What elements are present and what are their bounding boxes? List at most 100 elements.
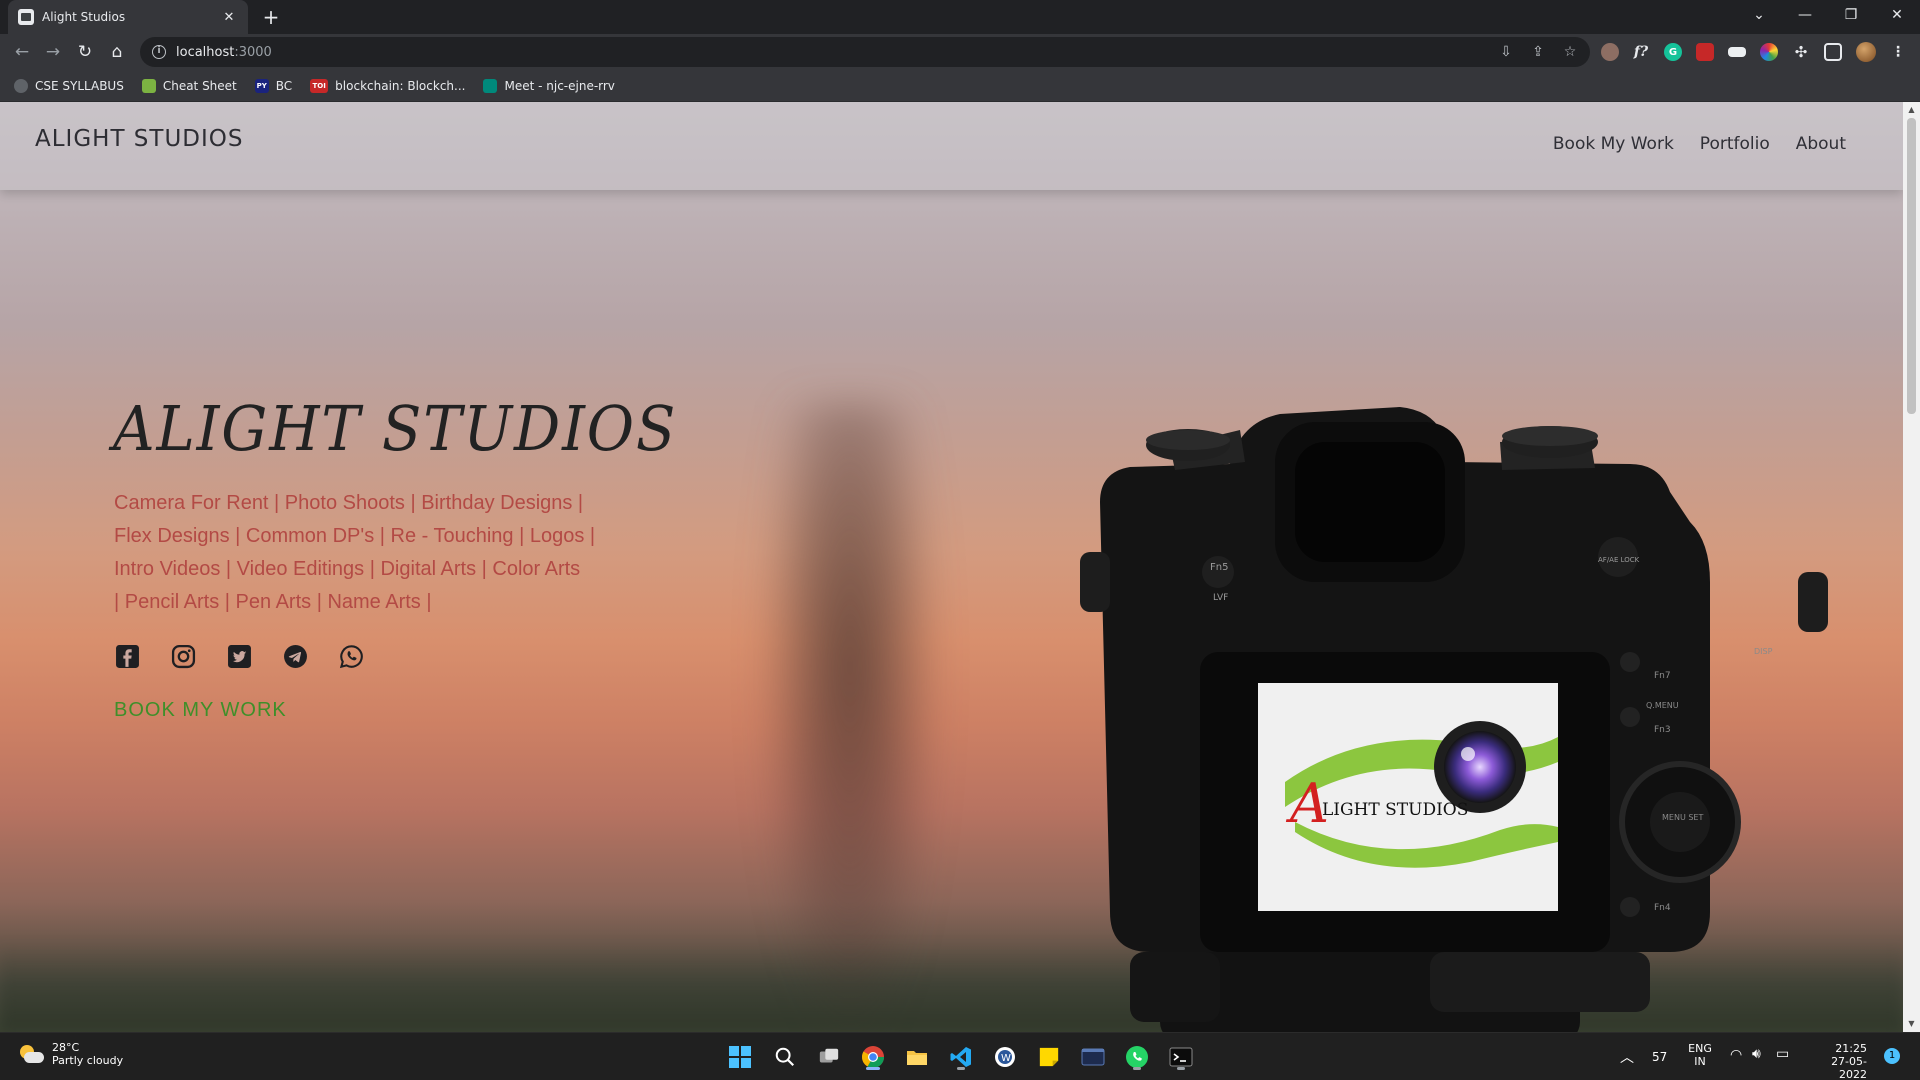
scroll-up-icon[interactable]: ▲ [1903, 102, 1920, 118]
tab-title: Alight Studios [42, 10, 126, 24]
clock[interactable]: 21:25 27-05-2022 [1805, 1042, 1867, 1080]
telegram-icon[interactable] [282, 643, 308, 669]
clock-date: 27-05-2022 [1831, 1055, 1867, 1080]
language-indicator[interactable]: ENG IN [1688, 1042, 1712, 1068]
share-icon[interactable]: ⇪ [1529, 44, 1547, 60]
services-list: Camera For Rent | Photo Shoots | Birthda… [114, 487, 614, 619]
bookmark-item[interactable]: PY BC [254, 78, 292, 93]
chrome-icon[interactable] [858, 1042, 888, 1072]
services-line: | Pencil Arts | Pen Arts | Name Arts | [114, 591, 432, 613]
taskbar: 28°C Partly cloudy W ︿ 57 ENG IN ◠ 🔊︎ ▭ … [0, 1032, 1920, 1080]
camera-image: A LIGHT STUDIOS Fn5 LVF AF/AE LOCK DISP … [1070, 352, 1830, 1032]
terminal-app-icon[interactable] [1078, 1042, 1108, 1072]
restore-button[interactable]: ❐ [1828, 0, 1874, 30]
screen-extension-icon[interactable] [1728, 47, 1746, 57]
tray-count[interactable]: 57 [1652, 1050, 1667, 1064]
menu-kebab-icon[interactable]: ⋮ [1889, 43, 1907, 61]
weather-description: Partly cloudy [52, 1054, 124, 1067]
camera-label: LVF [1213, 593, 1228, 603]
active-indicator [866, 1067, 880, 1070]
site-info-icon[interactable]: i [152, 45, 166, 59]
command-prompt-icon[interactable] [1166, 1042, 1196, 1072]
site-favicon-icon [18, 9, 34, 25]
active-indicator [1177, 1067, 1185, 1070]
tab-strip: Alight Studios ✕ + ⌄ — ❐ ✕ [0, 0, 1920, 34]
bookmark-label: CSE SYLLABUS [35, 78, 124, 93]
bookmark-item[interactable]: Cheat Sheet [141, 78, 237, 93]
extensions-puzzle-icon[interactable]: ✣ [1792, 43, 1810, 61]
nav-portfolio[interactable]: Portfolio [1700, 134, 1770, 154]
browser-tab[interactable]: Alight Studios ✕ [8, 0, 248, 34]
task-view-icon[interactable] [814, 1042, 844, 1072]
vscode-icon[interactable] [946, 1042, 976, 1072]
active-indicator [1133, 1067, 1141, 1070]
home-icon[interactable]: ⌂ [103, 38, 131, 66]
bookmark-label: blockchain: Blockch... [335, 78, 466, 93]
bookmarks-bar: CSE SYLLABUS Cheat Sheet PY BC TOI block… [0, 70, 1920, 102]
bookmark-star-icon[interactable]: ☆ [1561, 44, 1579, 60]
camera-label: Fn3 [1654, 725, 1671, 735]
book-my-work-button[interactable]: BOOK MY WORK [114, 699, 287, 722]
forward-icon[interactable]: → [39, 38, 67, 66]
back-icon[interactable]: ← [8, 38, 36, 66]
site-nav-links: Book My Work Portfolio About [1553, 134, 1846, 154]
camera-label: DISP [1754, 647, 1773, 656]
bookmark-item[interactable]: TOI blockchain: Blockch... [310, 78, 466, 93]
red-extension-icon[interactable] [1696, 43, 1714, 61]
notification-badge[interactable]: 1 [1884, 1048, 1900, 1064]
reload-icon[interactable]: ↻ [71, 38, 99, 66]
minimize-button[interactable]: — [1782, 0, 1828, 30]
camera-label: MENU SET [1662, 813, 1703, 822]
formula-extension-icon[interactable]: f? [1632, 43, 1650, 61]
facebook-icon[interactable] [114, 643, 140, 669]
whatsapp-app-icon[interactable] [1122, 1042, 1152, 1072]
address-bar[interactable]: i localhost:3000 ⇩ ⇪ ☆ [140, 37, 1590, 67]
svg-text:W: W [1001, 1053, 1011, 1064]
py-icon: PY [254, 78, 269, 93]
background-blurred-figure [760, 402, 940, 1032]
weather-widget[interactable]: 28°C Partly cloudy [18, 1041, 123, 1067]
search-icon[interactable] [770, 1042, 800, 1072]
volume-icon[interactable]: 🔊︎ [1752, 1046, 1761, 1062]
word-app-icon[interactable]: W [990, 1042, 1020, 1072]
bookmark-label: Meet - njc-ejne-rrv [504, 78, 615, 93]
nav-book-my-work[interactable]: Book My Work [1553, 134, 1674, 154]
clock-time: 21:25 [1835, 1042, 1867, 1055]
page-scrollbar[interactable]: ▲ ▼ [1903, 102, 1920, 1032]
battery-icon[interactable]: ▭ [1776, 1046, 1789, 1062]
install-app-icon[interactable]: ⇩ [1497, 44, 1515, 60]
sticky-notes-icon[interactable] [1034, 1042, 1064, 1072]
color-extension-icon[interactable] [1760, 43, 1778, 61]
tab-close-icon[interactable]: ✕ [220, 10, 238, 25]
whatsapp-icon[interactable] [338, 643, 364, 669]
side-panel-icon[interactable] [1824, 43, 1842, 61]
grammarly-extension-icon[interactable]: G [1664, 43, 1682, 61]
file-explorer-icon[interactable] [902, 1042, 932, 1072]
scroll-thumb[interactable] [1907, 118, 1916, 414]
region-code: IN [1694, 1055, 1706, 1068]
url-host: localhost [176, 44, 235, 60]
camera-label: Q.MENU [1646, 701, 1679, 710]
windows-start-icon[interactable] [725, 1042, 755, 1072]
instagram-icon[interactable] [170, 643, 196, 669]
extension-avatar-icon[interactable] [1601, 43, 1619, 61]
services-line: Flex Designs | Common DP's | Re - Touchi… [114, 525, 596, 547]
camera-label: AF/AE LOCK [1598, 556, 1640, 564]
profile-avatar[interactable] [1856, 42, 1876, 62]
scroll-down-icon[interactable]: ▼ [1903, 1016, 1920, 1032]
nav-about[interactable]: About [1796, 134, 1846, 154]
tab-search-button[interactable]: ⌄ [1736, 0, 1782, 30]
bookmark-item[interactable]: CSE SYLLABUS [14, 78, 124, 93]
twitter-icon[interactable] [226, 643, 252, 669]
partly-cloudy-icon [18, 1043, 44, 1065]
site-brand[interactable]: ALIGHT STUDIOS [35, 126, 244, 152]
close-window-button[interactable]: ✕ [1874, 0, 1920, 30]
show-hidden-icons[interactable]: ︿ [1620, 1047, 1634, 1067]
wifi-icon[interactable]: ◠ [1730, 1047, 1742, 1063]
hero-title: ALIGHT STUDIOS [113, 392, 678, 465]
cheat-sheet-icon [141, 78, 156, 93]
services-line: Camera For Rent | Photo Shoots | Birthda… [114, 492, 584, 514]
bookmark-item[interactable]: Meet - njc-ejne-rrv [483, 78, 615, 93]
new-tab-button[interactable]: + [258, 4, 284, 30]
page-viewport: ALIGHT STUDIOS Book My Work Portfolio Ab… [0, 102, 1903, 1032]
